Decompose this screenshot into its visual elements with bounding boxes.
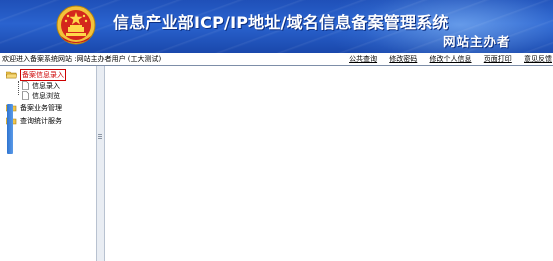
left-nav-panel: 备案信息录入 信息录入 信息浏览 备案业务管理 查询统计服务 [0, 66, 96, 261]
system-title: 信息产业部ICP/IP地址/域名信息备案管理系统 [113, 13, 449, 32]
link-print-page[interactable]: 页面打印 [484, 55, 512, 63]
link-public-query[interactable]: 公共查询 [349, 55, 377, 63]
panel-splitter[interactable] [96, 66, 105, 261]
welcome-text: 欢迎进入备案系统网站 :网站主办者用户 (工大测试) [2, 55, 162, 63]
nav-item-label: 备案业务管理 [20, 104, 62, 112]
main-content-area [113, 66, 553, 261]
nav-subitem-label: 信息浏览 [32, 92, 60, 100]
nav-subitem-label: 信息录入 [32, 82, 60, 90]
document-icon [22, 91, 29, 100]
national-emblem-icon [56, 5, 96, 45]
folder-open-icon [6, 71, 17, 79]
role-subtitle: 网站主办者 [443, 34, 511, 49]
top-links: 公共查询 修改密码 修改个人信息 页面打印 意见反馈 [349, 54, 552, 64]
document-icon [22, 81, 29, 90]
nav-item-label: 备案信息录入 [20, 69, 66, 81]
link-edit-profile[interactable]: 修改个人信息 [430, 55, 472, 63]
link-feedback[interactable]: 意见反馈 [524, 55, 552, 63]
splitter-toggle-handle[interactable] [7, 104, 13, 154]
nav-item-label: 查询统计服务 [20, 117, 62, 125]
splitter-grip-icon[interactable] [98, 134, 102, 142]
top-bar: 欢迎进入备案系统网站 :网站主办者用户 (工大测试) 公共查询 修改密码 修改个… [0, 53, 553, 66]
link-change-password[interactable]: 修改密码 [389, 55, 417, 63]
header-banner: 信息产业部ICP/IP地址/域名信息备案管理系统 网站主办者 [0, 0, 553, 53]
